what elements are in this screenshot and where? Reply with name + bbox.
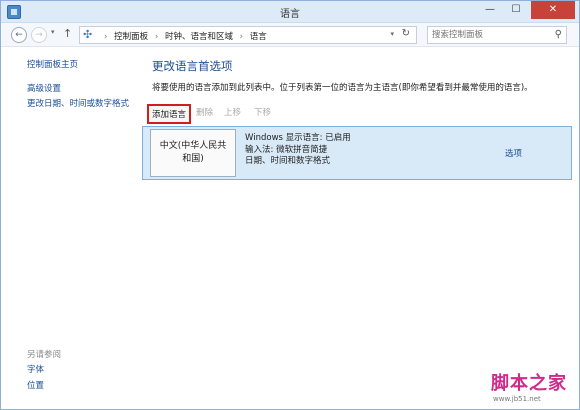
forward-button[interactable]: → bbox=[31, 27, 47, 43]
breadcrumb-separator: › bbox=[154, 32, 159, 42]
language-name-line1: 中文(中华人民共 bbox=[159, 141, 227, 151]
sidebar-item-change-date-time-format[interactable]: 更改日期、时间或数字格式 bbox=[27, 97, 129, 109]
sidebar: 控制面板主页 高级设置 更改日期、时间或数字格式 另请参阅 字体 位置 bbox=[1, 48, 136, 408]
breadcrumb-path: › 控制面板 › 时钟、语言和区域 › 语言 bbox=[100, 30, 267, 42]
close-button[interactable]: ✕ bbox=[531, 1, 575, 19]
address-bar: ← → ▾ ↑ ✣ › 控制面板 › 时钟、语言和区域 › 语言 ▾ ↻ ⚲ bbox=[1, 23, 579, 47]
move-down-button[interactable]: 下移 bbox=[254, 106, 271, 118]
watermark-site: www.jb51.net bbox=[493, 395, 541, 403]
language-details: Windows 显示语言: 已启用 输入法: 微软拼音简捷 日期、时间和数字格式 bbox=[245, 133, 351, 168]
breadcrumb-language[interactable]: 语言 bbox=[250, 32, 267, 42]
input-method: 输入法: 微软拼音简捷 bbox=[245, 144, 328, 155]
add-language-button[interactable]: 添加语言 bbox=[147, 104, 192, 124]
recent-locations-chevron-icon[interactable]: ▾ bbox=[51, 28, 55, 36]
control-panel-window: 语言 — ☐ ✕ ← → ▾ ↑ ✣ › 控制面板 › 时钟、语言和区域 › 语… bbox=[0, 0, 580, 410]
address-dropdown-icon[interactable]: ▾ bbox=[390, 30, 394, 38]
watermark-brand: 脚本之家 bbox=[491, 373, 567, 394]
breadcrumb-separator: › bbox=[239, 32, 244, 42]
control-panel-small-icon: ✣ bbox=[83, 28, 93, 41]
up-button[interactable]: ↑ bbox=[63, 27, 72, 40]
breadcrumb-separator: › bbox=[104, 32, 108, 42]
title-bar: 语言 — ☐ ✕ bbox=[1, 1, 579, 23]
breadcrumb[interactable]: ✣ › 控制面板 › 时钟、语言和区域 › 语言 ▾ ↻ bbox=[79, 26, 417, 44]
breadcrumb-control-panel[interactable]: 控制面板 bbox=[114, 32, 148, 42]
display-language-status: Windows 显示语言: 已启用 bbox=[245, 133, 351, 143]
sidebar-item-advanced-settings[interactable]: 高级设置 bbox=[27, 82, 61, 94]
move-up-button[interactable]: 上移 bbox=[224, 106, 241, 118]
see-also-label: 另请参阅 bbox=[27, 350, 62, 360]
refresh-icon[interactable]: ↻ bbox=[402, 28, 410, 39]
search-icon[interactable]: ⚲ bbox=[555, 29, 562, 40]
search-input[interactable] bbox=[432, 28, 542, 42]
breadcrumb-clock-language-region[interactable]: 时钟、语言和区域 bbox=[165, 32, 233, 42]
page-description: 将要使用的语言添加到此列表中。位于列表第一位的语言为主语言(即你希望看到并最常使… bbox=[152, 83, 533, 93]
format-info: 日期、时间和数字格式 bbox=[245, 156, 331, 166]
minimize-button[interactable]: — bbox=[477, 1, 503, 19]
site-watermark: 脚本之家 www.jb51.net bbox=[491, 369, 567, 403]
sidebar-item-fonts[interactable]: 字体 bbox=[27, 363, 44, 375]
remove-button[interactable]: 删除 bbox=[196, 106, 213, 118]
language-list-item[interactable]: 中文(中华人民共 和国) Windows 显示语言: 已启用 输入法: 微软拼音… bbox=[142, 126, 572, 180]
language-options-link[interactable]: 选项 bbox=[505, 147, 522, 159]
language-name-line2: 和国) bbox=[182, 154, 204, 164]
sidebar-item-control-panel-home[interactable]: 控制面板主页 bbox=[27, 58, 78, 70]
back-button[interactable]: ← bbox=[11, 27, 27, 43]
search-box[interactable]: ⚲ bbox=[427, 26, 567, 44]
maximize-button[interactable]: ☐ bbox=[503, 1, 529, 19]
language-toolbar: 添加语言 删除 上移 下移 bbox=[142, 103, 572, 124]
page-title: 更改语言首选项 bbox=[152, 59, 233, 73]
main-content: 更改语言首选项 将要使用的语言添加到此列表中。位于列表第一位的语言为主语言(即你… bbox=[142, 48, 572, 408]
language-name-tile[interactable]: 中文(中华人民共 和国) bbox=[150, 129, 236, 177]
sidebar-item-location[interactable]: 位置 bbox=[27, 379, 44, 391]
